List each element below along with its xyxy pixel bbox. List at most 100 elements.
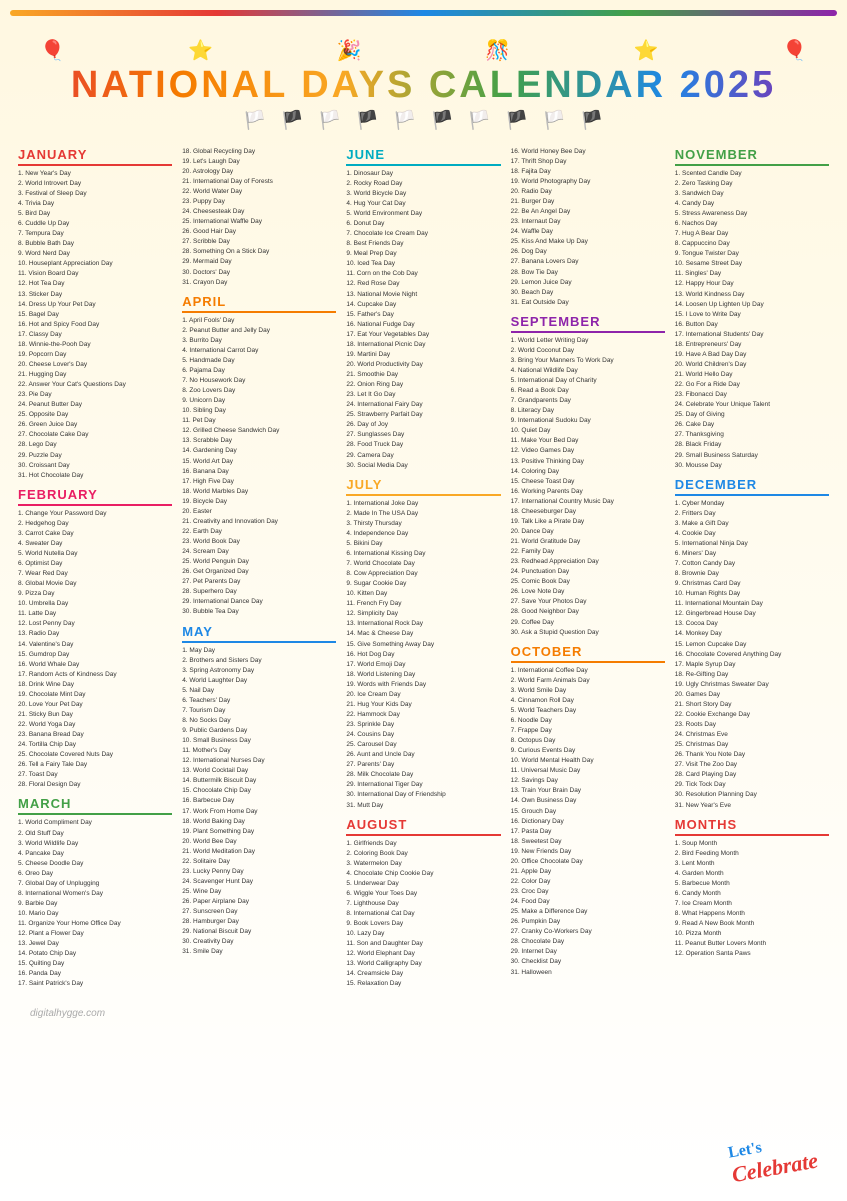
- list-item: 16. Banana Day: [182, 467, 336, 477]
- list-item: 31. New Year's Eve: [675, 801, 829, 811]
- list-item: 1. May Day: [182, 646, 336, 656]
- list-item: 13. Train Your Brain Day: [511, 786, 665, 796]
- list-item: 29. Puzzle Day: [18, 451, 172, 461]
- list-item: 31. Hot Chocolate Day: [18, 471, 172, 481]
- list-item: 23. World Book Day: [182, 537, 336, 547]
- list-item: 18. Drink Wine Day: [18, 680, 172, 690]
- list-item: 30. Checklist Day: [511, 957, 665, 967]
- list-item: 9. Read A New Book Month: [675, 919, 829, 929]
- list-item: 18. World Baking Day: [182, 817, 336, 827]
- list-item: 20. Astrology Day: [182, 167, 336, 177]
- list-item: 18. World Marbles Day: [182, 487, 336, 497]
- list-item: 27. Sunglasses Day: [346, 430, 500, 440]
- list-item: 1. Cyber Monday: [675, 499, 829, 509]
- list-item: 11. Corn on the Cob Day: [346, 269, 500, 279]
- list-item: 1. World Letter Writing Day: [511, 336, 665, 346]
- list-item: 22. World Water Day: [182, 187, 336, 197]
- list-item: 12. Video Games Day: [511, 446, 665, 456]
- march2-list: 18. Global Recycling Day19. Let's Laugh …: [182, 147, 336, 288]
- list-item: 30. Croissant Day: [18, 461, 172, 471]
- june2-list: 16. World Honey Bee Day17. Thrift Shop D…: [511, 147, 665, 308]
- list-item: 14. Potato Chip Day: [18, 949, 172, 959]
- list-item: 20. World Children's Day: [675, 360, 829, 370]
- list-item: 15. Gumdrop Day: [18, 650, 172, 660]
- list-item: 21. Hugging Day: [18, 370, 172, 380]
- list-item: 17. International Students' Day: [675, 330, 829, 340]
- page: 🎈⭐🎉🎊⭐🎈 NATIONAL DAYS CALENDAR 2025 🏳️🏴🏳️…: [0, 0, 847, 1201]
- list-item: 3. Thirsty Thursday: [346, 519, 500, 529]
- list-item: 21. International Day of Forests: [182, 177, 336, 187]
- list-item: 17. World Emoji Day: [346, 660, 500, 670]
- list-item: 7. No Housework Day: [182, 376, 336, 386]
- list-item: 29. Lemon Juice Day: [511, 278, 665, 288]
- list-item: 29. International Tiger Day: [346, 780, 500, 790]
- list-item: 16. Hot Dog Day: [346, 650, 500, 660]
- september-title: SEPTEMBER: [511, 314, 665, 333]
- list-item: 7. Frappe Day: [511, 726, 665, 736]
- list-item: 3. Festival of Sleep Day: [18, 189, 172, 199]
- list-item: 7. Global Day of Unplugging: [18, 879, 172, 889]
- list-item: 27. Pet Parents Day: [182, 577, 336, 587]
- list-item: 14. Mac & Cheese Day: [346, 629, 500, 639]
- list-item: 24. Waffle Day: [511, 227, 665, 237]
- august-section: AUGUST 1. Girlfriends Day2. Coloring Boo…: [343, 814, 503, 993]
- list-item: 3. World Smile Day: [511, 686, 665, 696]
- list-item: 18. Sweetest Day: [511, 837, 665, 847]
- list-item: 3. Carrot Cake Day: [18, 529, 172, 539]
- list-item: 27. Chocolate Cake Day: [18, 430, 172, 440]
- list-item: 25. Kiss And Make Up Day: [511, 237, 665, 247]
- list-item: 10. Small Business Day: [182, 736, 336, 746]
- list-item: 15. World Art Day: [182, 457, 336, 467]
- list-item: 15. Bagel Day: [18, 310, 172, 320]
- list-item: 23. Fibonacci Day: [675, 390, 829, 400]
- list-item: 27. Scribble Day: [182, 237, 336, 247]
- col-2: 18. Global Recycling Day19. Let's Laugh …: [179, 144, 339, 993]
- list-item: 3. Make a Gift Day: [675, 519, 829, 529]
- list-item: 28. Card Playing Day: [675, 770, 829, 780]
- list-item: 10. Houseplant Appreciation Day: [18, 259, 172, 269]
- list-item: 12. Hot Tea Day: [18, 279, 172, 289]
- list-item: 20. Games Day: [675, 690, 829, 700]
- list-item: 12. Plant a Flower Day: [18, 929, 172, 939]
- months-section: MONTHS 1. Soup Month2. Bird Feeding Mont…: [672, 814, 832, 963]
- list-item: 28. Hamburger Day: [182, 917, 336, 927]
- list-item: 28. Superhero Day: [182, 587, 336, 597]
- list-item: 24. Peanut Butter Day: [18, 400, 172, 410]
- top-banner: [10, 10, 837, 16]
- list-item: 6. Read a Book Day: [511, 386, 665, 396]
- list-item: 20. Easter: [182, 507, 336, 517]
- list-item: 25. Opposite Day: [18, 410, 172, 420]
- july-list: 1. International Joke Day2. Made In The …: [346, 499, 500, 811]
- list-item: 20. World Bee Day: [182, 837, 336, 847]
- list-item: 17. Pasta Day: [511, 827, 665, 837]
- list-item: 25. Make a Difference Day: [511, 907, 665, 917]
- list-item: 25. Strawberry Parfait Day: [346, 410, 500, 420]
- list-item: 14. Own Business Day: [511, 796, 665, 806]
- col-3: JUNE 1. Dinosaur Day2. Rocky Road Day3. …: [343, 144, 503, 993]
- list-item: 4. National Wildlife Day: [511, 366, 665, 376]
- august-title: AUGUST: [346, 817, 500, 836]
- list-item: 28. Black Friday: [675, 440, 829, 450]
- april-list: 1. April Fools' Day2. Peanut Butter and …: [182, 316, 336, 618]
- list-item: 28. Chocolate Day: [511, 937, 665, 947]
- list-item: 2. Rocky Road Day: [346, 179, 500, 189]
- list-item: 1. International Coffee Day: [511, 666, 665, 676]
- may-list: 1. May Day2. Brothers and Sisters Day3. …: [182, 646, 336, 958]
- list-item: 14. Coloring Day: [511, 467, 665, 477]
- list-item: 18. International Picnic Day: [346, 340, 500, 350]
- august-list: 1. Girlfriends Day2. Coloring Book Day3.…: [346, 839, 500, 990]
- list-item: 9. International Sudoku Day: [511, 416, 665, 426]
- list-item: 11. Latte Day: [18, 609, 172, 619]
- list-item: 11. Organize Your Home Office Day: [18, 919, 172, 929]
- list-item: 24. Cousins Day: [346, 730, 500, 740]
- list-item: 13. Sticker Day: [18, 290, 172, 300]
- list-item: 8. Cow Appreciation Day: [346, 569, 500, 579]
- june2-section: 16. World Honey Bee Day17. Thrift Shop D…: [508, 144, 668, 311]
- list-item: 24. Scavenger Hunt Day: [182, 877, 336, 887]
- list-item: 26. Cake Day: [675, 420, 829, 430]
- list-item: 27. Thanksgiving: [675, 430, 829, 440]
- list-item: 13. Radio Day: [18, 629, 172, 639]
- list-item: 28. Food Truck Day: [346, 440, 500, 450]
- november-list: 1. Scented Candle Day2. Zero Tasking Day…: [675, 169, 829, 471]
- list-item: 4. Cookie Day: [675, 529, 829, 539]
